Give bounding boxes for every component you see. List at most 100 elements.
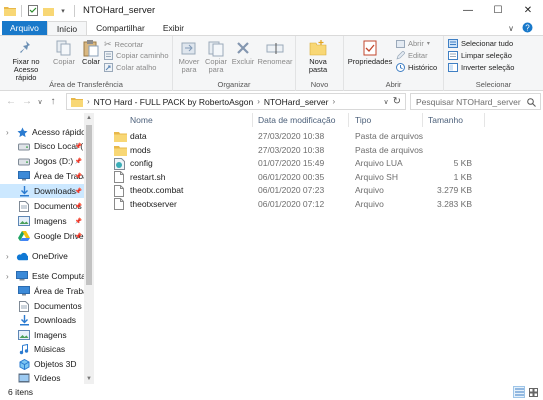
tab-view[interactable]: Exibir	[154, 21, 193, 35]
column-divider[interactable]	[422, 113, 423, 127]
nav-item[interactable]: › OneDrive	[0, 249, 84, 263]
nav-item[interactable]: Imagens	[0, 328, 84, 342]
file-name: theotxserver	[130, 198, 177, 209]
expand-chevron-icon[interactable]: ›	[6, 272, 9, 281]
recent-locations-chevron-icon[interactable]: ∨	[35, 94, 45, 110]
file-row[interactable]: mods 27/03/2020 10:38 Pasta de arquivos	[100, 144, 480, 157]
tab-file[interactable]: Arquivo	[2, 21, 47, 35]
paste-button[interactable]: Colar	[80, 39, 102, 66]
maximize-button[interactable]: ☐	[483, 0, 513, 21]
nav-item[interactable]: Jogos (D:) 📌	[0, 154, 84, 168]
search-box[interactable]	[410, 93, 541, 110]
column-header-size[interactable]: Tamanho	[428, 113, 463, 127]
expand-chevron-icon[interactable]: ›	[6, 128, 9, 137]
refresh-icon[interactable]: ↻	[393, 96, 401, 107]
copy-to-button[interactable]: Copiar para	[204, 39, 228, 74]
nav-item[interactable]: › Este Computador	[0, 269, 84, 283]
pin-quick-access-button[interactable]: Fixar no Acesso rápido	[4, 39, 48, 82]
file-row[interactable]: theotxserver 06/01/2020 07:12 Arquivo 3.283…	[100, 198, 480, 211]
pinned-icon: 📌	[74, 173, 82, 180]
column-divider[interactable]	[252, 113, 253, 127]
onedrive-icon	[16, 251, 28, 262]
customize-toolbar-icon[interactable]: ▾	[57, 5, 69, 17]
document-icon	[18, 300, 30, 312]
file-name: data	[130, 131, 147, 141]
properties-icon[interactable]	[27, 5, 39, 17]
pin-label: Fixar no Acesso rápido	[12, 57, 40, 82]
nav-item[interactable]: Google Drive 📌	[0, 229, 84, 243]
file-row[interactable]: theotx.combat 06/01/2020 07:23 Arquivo 3.27…	[100, 184, 480, 197]
divider	[21, 4, 22, 17]
close-button[interactable]: ✕	[513, 0, 543, 21]
new-folder-button[interactable]: Nova pasta	[300, 39, 336, 74]
large-icons-view-icon[interactable]	[527, 386, 539, 398]
rename-button[interactable]: Renomear	[257, 39, 293, 66]
copy-button[interactable]: Copiar	[52, 39, 76, 66]
invert-selection-button[interactable]: Inverter seleção	[448, 63, 514, 72]
delete-x-icon	[237, 42, 249, 54]
scroll-thumb[interactable]	[86, 125, 92, 285]
nav-item[interactable]: Documentos	[0, 299, 84, 313]
nav-item[interactable]: Vídeos	[0, 371, 84, 384]
rename-icon	[266, 43, 284, 54]
address-bar[interactable]: › NTO Hard - FULL PACK by RobertoAsgon ›…	[66, 93, 406, 110]
scroll-down-icon[interactable]: ▼	[84, 374, 94, 384]
nav-item[interactable]: Downloads	[0, 313, 84, 327]
nav-item[interactable]: Área de Trabalho	[0, 284, 84, 298]
tab-share[interactable]: Compartilhar	[87, 21, 154, 35]
file-row[interactable]: config 01/07/2020 15:49 Arquivo LUA 5 KB	[100, 157, 480, 170]
select-none-label: Limpar seleção	[461, 51, 512, 60]
scroll-up-icon[interactable]: ▲	[84, 113, 94, 123]
properties-button[interactable]: Propriedades	[348, 39, 392, 66]
nav-item-label: Este Computador	[32, 271, 84, 281]
copy-path-button[interactable]: Copiar caminho	[104, 51, 169, 60]
column-header-type[interactable]: Tipo	[355, 113, 371, 127]
column-divider[interactable]	[348, 113, 349, 127]
breadcrumb-item[interactable]: NTOHard_server	[264, 97, 329, 107]
collapse-ribbon-icon[interactable]: ∨	[508, 24, 514, 33]
select-all-button[interactable]: Selecionar tudo	[448, 39, 513, 48]
column-divider[interactable]	[484, 113, 485, 127]
minimize-button[interactable]: —	[453, 0, 483, 21]
back-arrow-icon[interactable]: ←	[3, 94, 19, 110]
up-arrow-icon[interactable]: ↑	[45, 94, 61, 110]
file-type: Arquivo	[355, 198, 384, 209]
nav-item[interactable]: Músicas	[0, 342, 84, 356]
breadcrumb-item[interactable]: NTO Hard - FULL PACK by RobertoAsgon	[94, 97, 254, 107]
paste-shortcut-label: Colar atalho	[116, 63, 157, 72]
nav-item[interactable]: Imagens 📌	[0, 214, 84, 228]
file-row[interactable]: restart.sh 06/01/2020 00:35 Arquivo SH 1 KB	[100, 171, 480, 184]
move-to-button[interactable]: Mover para	[177, 39, 201, 74]
file-row[interactable]: data 27/03/2020 10:38 Pasta de arquivos	[100, 130, 480, 143]
cut-button[interactable]: ✂ Recortar	[104, 39, 143, 50]
file-type: Arquivo LUA	[355, 158, 403, 168]
search-input[interactable]	[416, 96, 526, 107]
copy-path-label: Copiar caminho	[116, 51, 169, 60]
column-header-date[interactable]: Data de modificação	[258, 113, 336, 127]
column-header-name[interactable]: Nome	[130, 113, 153, 127]
paste-shortcut-button[interactable]: Colar atalho	[104, 63, 156, 72]
open-button[interactable]: Abrir ▾	[396, 39, 430, 48]
nav-item[interactable]: › Acesso rápido	[0, 125, 84, 139]
status-bar: 6 itens	[0, 384, 543, 400]
organize-group-label: Organizar	[217, 80, 251, 89]
nav-item[interactable]: Objetos 3D	[0, 357, 84, 371]
address-history-chevron-icon[interactable]: ∨	[383, 98, 388, 106]
delete-button[interactable]: Excluir	[231, 39, 255, 66]
delete-label: Excluir	[231, 57, 255, 66]
tab-home[interactable]: Início	[46, 21, 88, 35]
history-button[interactable]: Histórico	[396, 63, 437, 72]
help-icon[interactable]: ?	[522, 22, 533, 35]
forward-arrow-icon[interactable]: →	[19, 94, 35, 110]
nav-item[interactable]: Área de Trabal📌	[0, 169, 84, 183]
select-none-button[interactable]: Limpar seleção	[448, 51, 512, 60]
file-date: 06/01/2020 07:12	[258, 198, 325, 209]
new-folder-quick-icon[interactable]	[42, 5, 54, 17]
expand-chevron-icon[interactable]: ›	[6, 252, 9, 261]
details-view-icon[interactable]	[513, 386, 525, 398]
nav-item[interactable]: Documentos 📌	[0, 199, 84, 213]
nav-item[interactable]: Downloads 📌	[0, 184, 84, 198]
edit-button[interactable]: Editar	[396, 51, 428, 60]
nav-scrollbar[interactable]: ▲ ▼	[84, 113, 94, 384]
nav-item[interactable]: Disco Local (📌	[0, 139, 84, 153]
